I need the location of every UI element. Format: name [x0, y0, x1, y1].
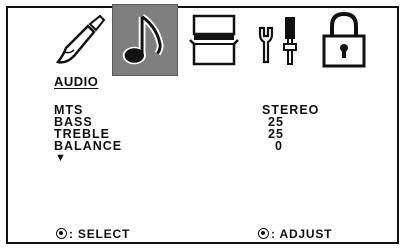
section-title: AUDIO [54, 74, 99, 89]
adjust-button-icon [258, 228, 269, 239]
select-hint-label: : SELECT [69, 227, 131, 241]
more-down-arrow: ▼ [55, 152, 66, 164]
footer-select-hint: : SELECT [56, 227, 130, 241]
tab-setup[interactable] [184, 4, 244, 76]
music-note-icon [122, 13, 164, 65]
tools-icon [258, 17, 297, 65]
lock-icon [322, 11, 366, 68]
tab-picture[interactable] [50, 4, 108, 76]
setting-value-balance[interactable]: 0 [275, 140, 283, 153]
footer-adjust-hint: : ADJUST [258, 227, 332, 241]
select-button-icon [56, 228, 67, 239]
tab-audio[interactable] [112, 4, 178, 76]
tab-lock[interactable] [314, 4, 374, 76]
tv-box-icon [189, 14, 239, 66]
tab-features[interactable] [248, 4, 308, 76]
adjust-hint-label: : ADJUST [271, 227, 333, 241]
paintbrush-icon [55, 14, 106, 64]
